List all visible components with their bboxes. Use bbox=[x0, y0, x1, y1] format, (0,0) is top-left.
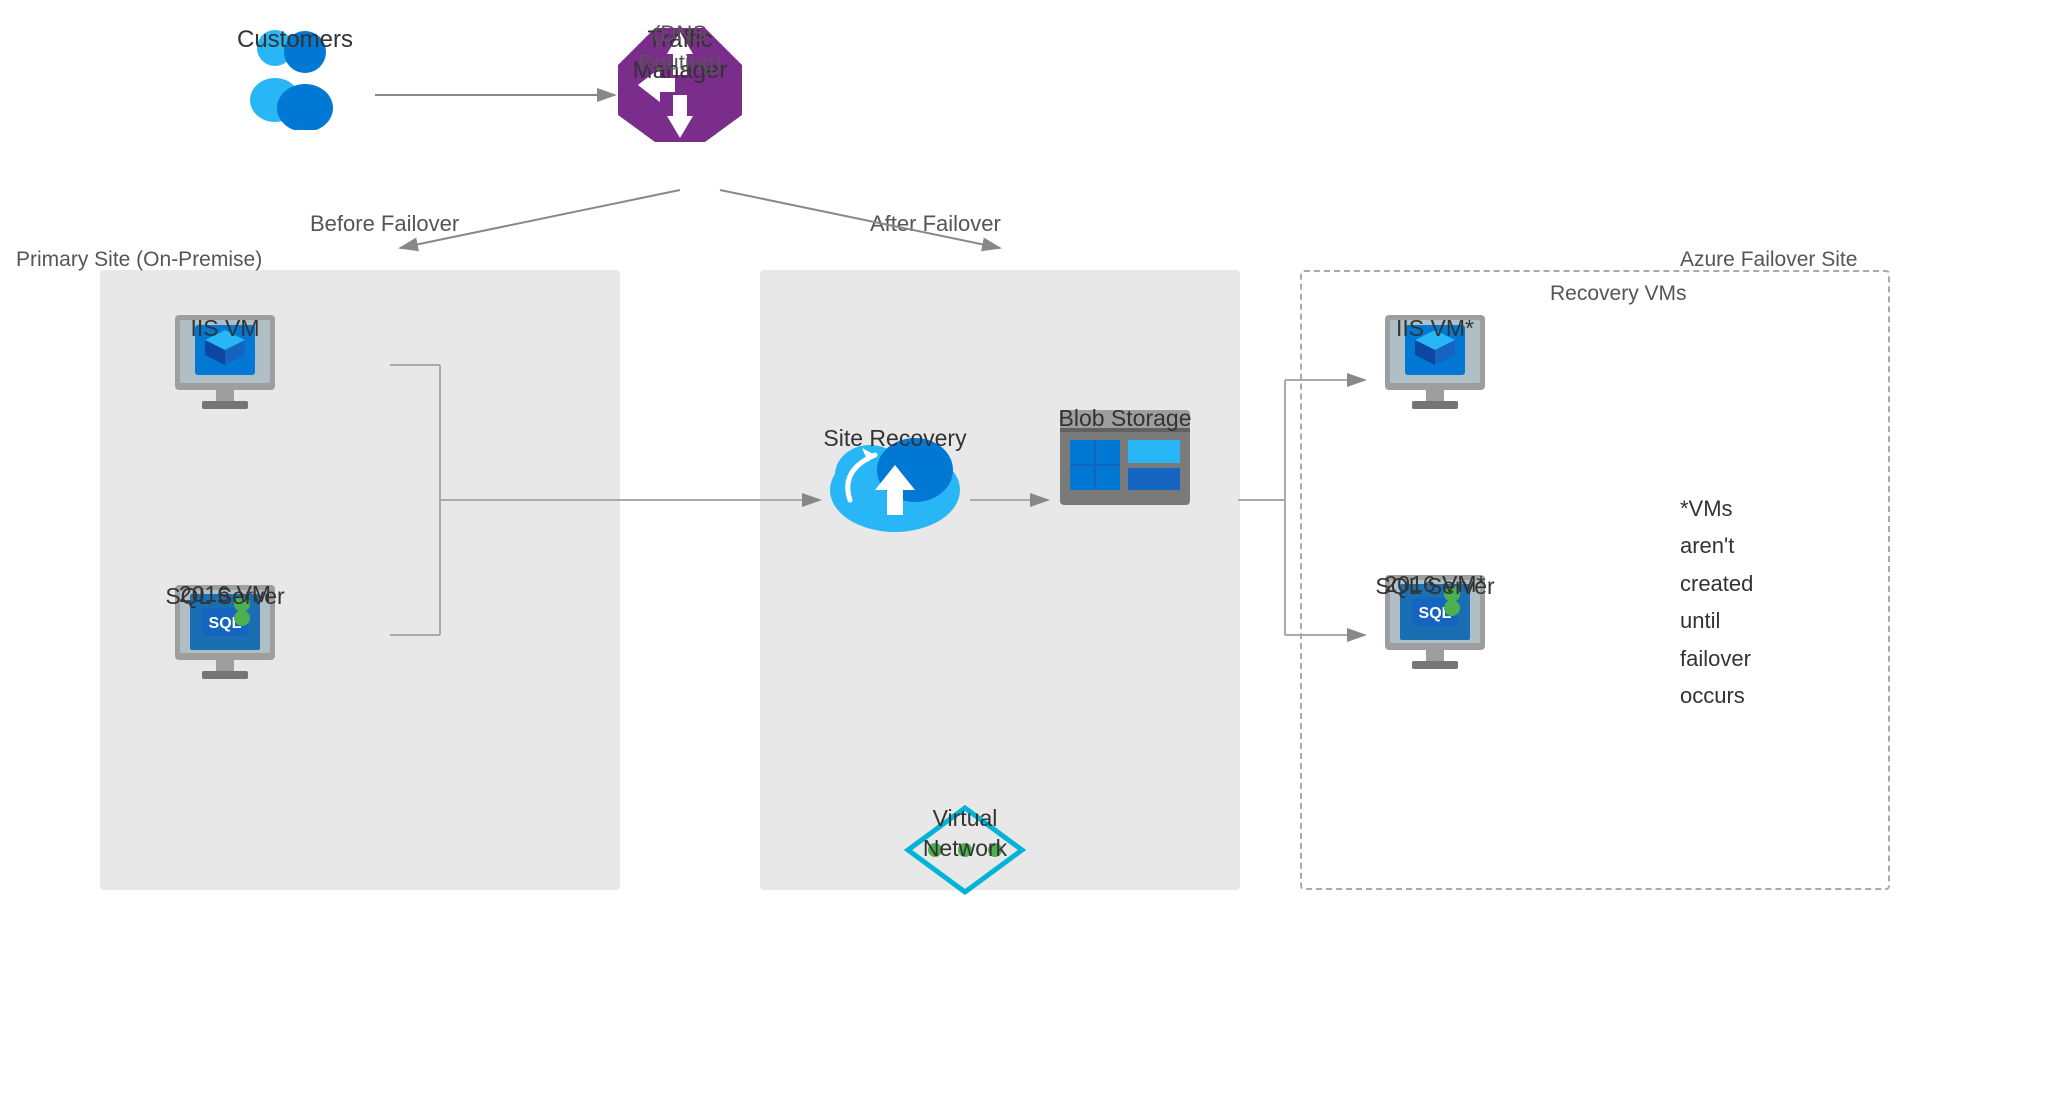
azure-zone bbox=[760, 270, 1240, 890]
note-text: *VMs aren't created until failover occur… bbox=[1680, 490, 1753, 714]
iis-vm-recovery-label: IIS VM* bbox=[1396, 314, 1474, 344]
blob-storage-icon: Blob Storage bbox=[1050, 400, 1200, 520]
sql-vm-primary-icon: SQL SQL Server 2016 VM bbox=[160, 580, 290, 695]
iis-vm-recovery-icon: IIS VM* bbox=[1370, 310, 1500, 420]
customers-label: Customers bbox=[237, 24, 353, 55]
site-recovery-icon: Site Recovery bbox=[820, 420, 970, 540]
primary-site-label: Primary Site (On-Premise) bbox=[16, 248, 262, 272]
after-failover-label: After Failover bbox=[870, 210, 1001, 239]
virtual-network-icon: Virtual Network bbox=[900, 800, 1030, 900]
sql-vm-recovery-icon: SQL SQL Server 2016 VM* bbox=[1370, 570, 1500, 685]
iis-vm-primary-label: IIS VM bbox=[190, 314, 259, 344]
diagram-container: Primary Site (On-Premise) Azure Failover… bbox=[0, 0, 2048, 1100]
recovery-vms-label: Recovery VMs bbox=[1550, 282, 1687, 306]
blob-storage-label: Blob Storage bbox=[1059, 404, 1192, 434]
azure-failover-label: Azure Failover Site bbox=[1680, 248, 1857, 272]
traffic-manager-label-line2: (DNS Routing) bbox=[610, 20, 750, 77]
iis-vm-primary-icon: IIS VM bbox=[160, 310, 290, 420]
virtual-network-label: Virtual Network bbox=[900, 804, 1030, 864]
before-failover-label: Before Failover bbox=[310, 210, 459, 239]
traffic-manager-icon: Traffic Manager (DNS Routing) bbox=[610, 20, 750, 150]
sql-vm-recovery-label-line2: 2016 VM* bbox=[1384, 570, 1485, 600]
customers-icon: Customers bbox=[230, 20, 360, 130]
sql-vm-primary-label-line2: 2016 VM bbox=[179, 580, 271, 610]
site-recovery-label: Site Recovery bbox=[823, 424, 966, 454]
